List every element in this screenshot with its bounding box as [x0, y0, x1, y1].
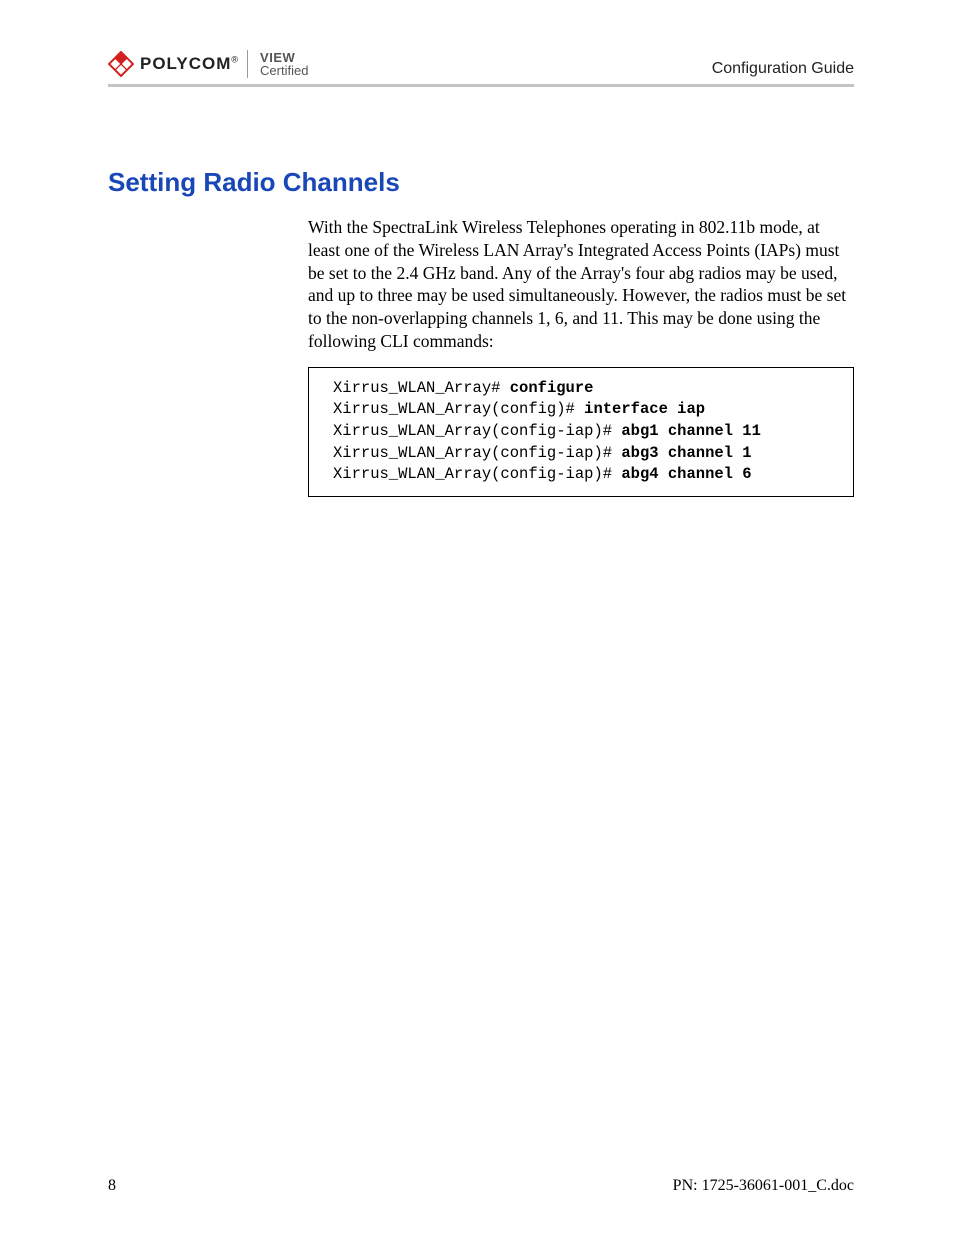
code-prompt: Xirrus_WLAN_Array(config-iap)#: [333, 444, 621, 462]
code-command: abg3 channel 1: [621, 444, 751, 462]
code-prompt: Xirrus_WLAN_Array#: [333, 379, 510, 397]
code-command: abg4 channel 6: [621, 465, 751, 483]
header-doc-title: Configuration Guide: [712, 60, 854, 78]
code-prompt: Xirrus_WLAN_Array(config-iap)#: [333, 422, 621, 440]
code-command: interface iap: [584, 400, 705, 418]
cli-code-block: Xirrus_WLAN_Array# configure Xirrus_WLAN…: [308, 367, 854, 497]
document-page: POLYCOM® VIEW Certified Configuration Gu…: [0, 0, 954, 1235]
code-line: Xirrus_WLAN_Array# configure: [333, 378, 829, 400]
code-prompt: Xirrus_WLAN_Array(config-iap)#: [333, 465, 621, 483]
page-footer: 8 PN: 1725-36061-001_C.doc: [108, 1177, 854, 1195]
code-line: Xirrus_WLAN_Array(config-iap)# abg4 chan…: [333, 464, 829, 486]
page-number: 8: [108, 1177, 116, 1195]
brand-logo-block: POLYCOM® VIEW Certified: [108, 50, 308, 78]
section-paragraph: With the SpectraLink Wireless Telephones…: [308, 216, 854, 353]
certification-block: VIEW Certified: [260, 51, 308, 77]
code-prompt: Xirrus_WLAN_Array(config)#: [333, 400, 584, 418]
code-command: configure: [510, 379, 594, 397]
vertical-divider: [247, 50, 248, 78]
brand-name: POLYCOM®: [140, 54, 239, 74]
polycom-logo-icon: [108, 51, 134, 77]
cert-certified-label: Certified: [260, 64, 308, 77]
page-header: POLYCOM® VIEW Certified Configuration Gu…: [108, 50, 854, 87]
code-line: Xirrus_WLAN_Array(config-iap)# abg3 chan…: [333, 443, 829, 465]
document-id: PN: 1725-36061-001_C.doc: [673, 1177, 854, 1195]
code-line: Xirrus_WLAN_Array(config-iap)# abg1 chan…: [333, 421, 829, 443]
section-heading: Setting Radio Channels: [108, 167, 854, 198]
code-line: Xirrus_WLAN_Array(config)# interface iap: [333, 399, 829, 421]
code-command: abg1 channel 11: [621, 422, 761, 440]
